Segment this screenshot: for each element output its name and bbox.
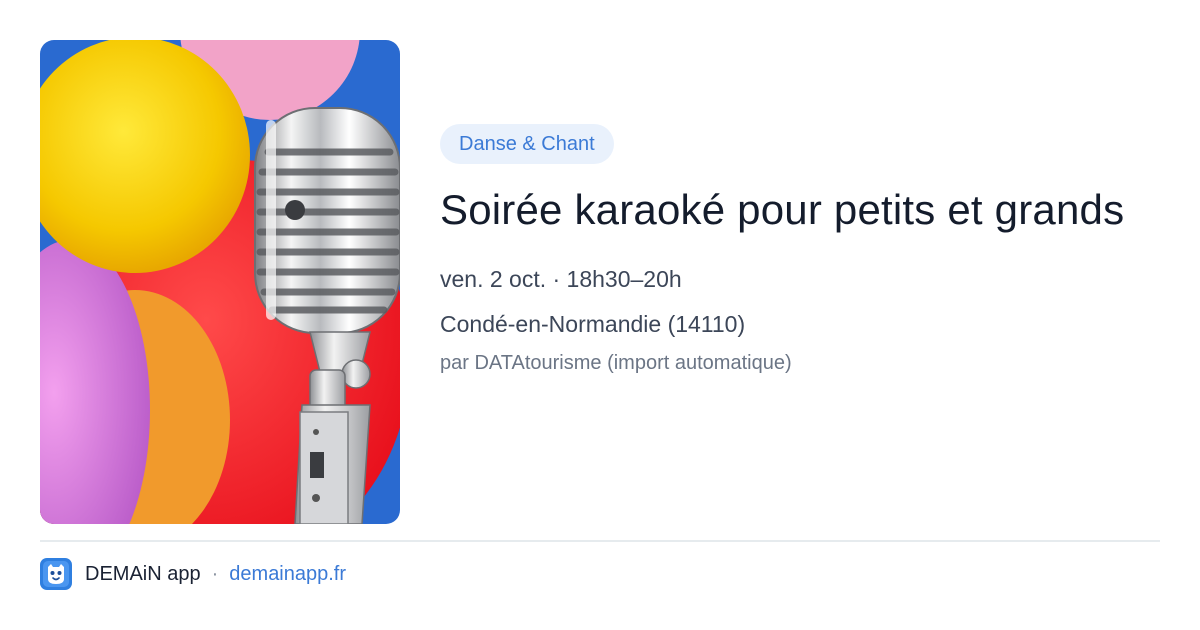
event-image[interactable] <box>40 40 400 524</box>
event-location: Condé-en-Normandie (14110) <box>440 311 746 337</box>
event-title[interactable]: Soirée karaoké pour petits et grands <box>440 183 1160 236</box>
event-details: Danse & Chant Soirée karaoké pour petits… <box>440 124 1160 377</box>
footer: DEMAiN app · demainapp.fr <box>40 558 346 590</box>
app-website-link[interactable]: demainapp.fr <box>229 563 346 586</box>
microphone-photo <box>40 40 400 524</box>
footer-separator: · <box>211 562 219 585</box>
category-badge[interactable]: Danse & Chant <box>440 124 614 164</box>
event-source: par DATAtourisme (import automatique) <box>440 352 792 374</box>
footer-divider <box>40 540 1160 542</box>
demain-app-logo-icon[interactable] <box>40 558 72 590</box>
event-date-time: ven. 2 oct. · 18h30–20h <box>440 266 682 292</box>
app-name: DEMAiN app <box>85 562 201 585</box>
